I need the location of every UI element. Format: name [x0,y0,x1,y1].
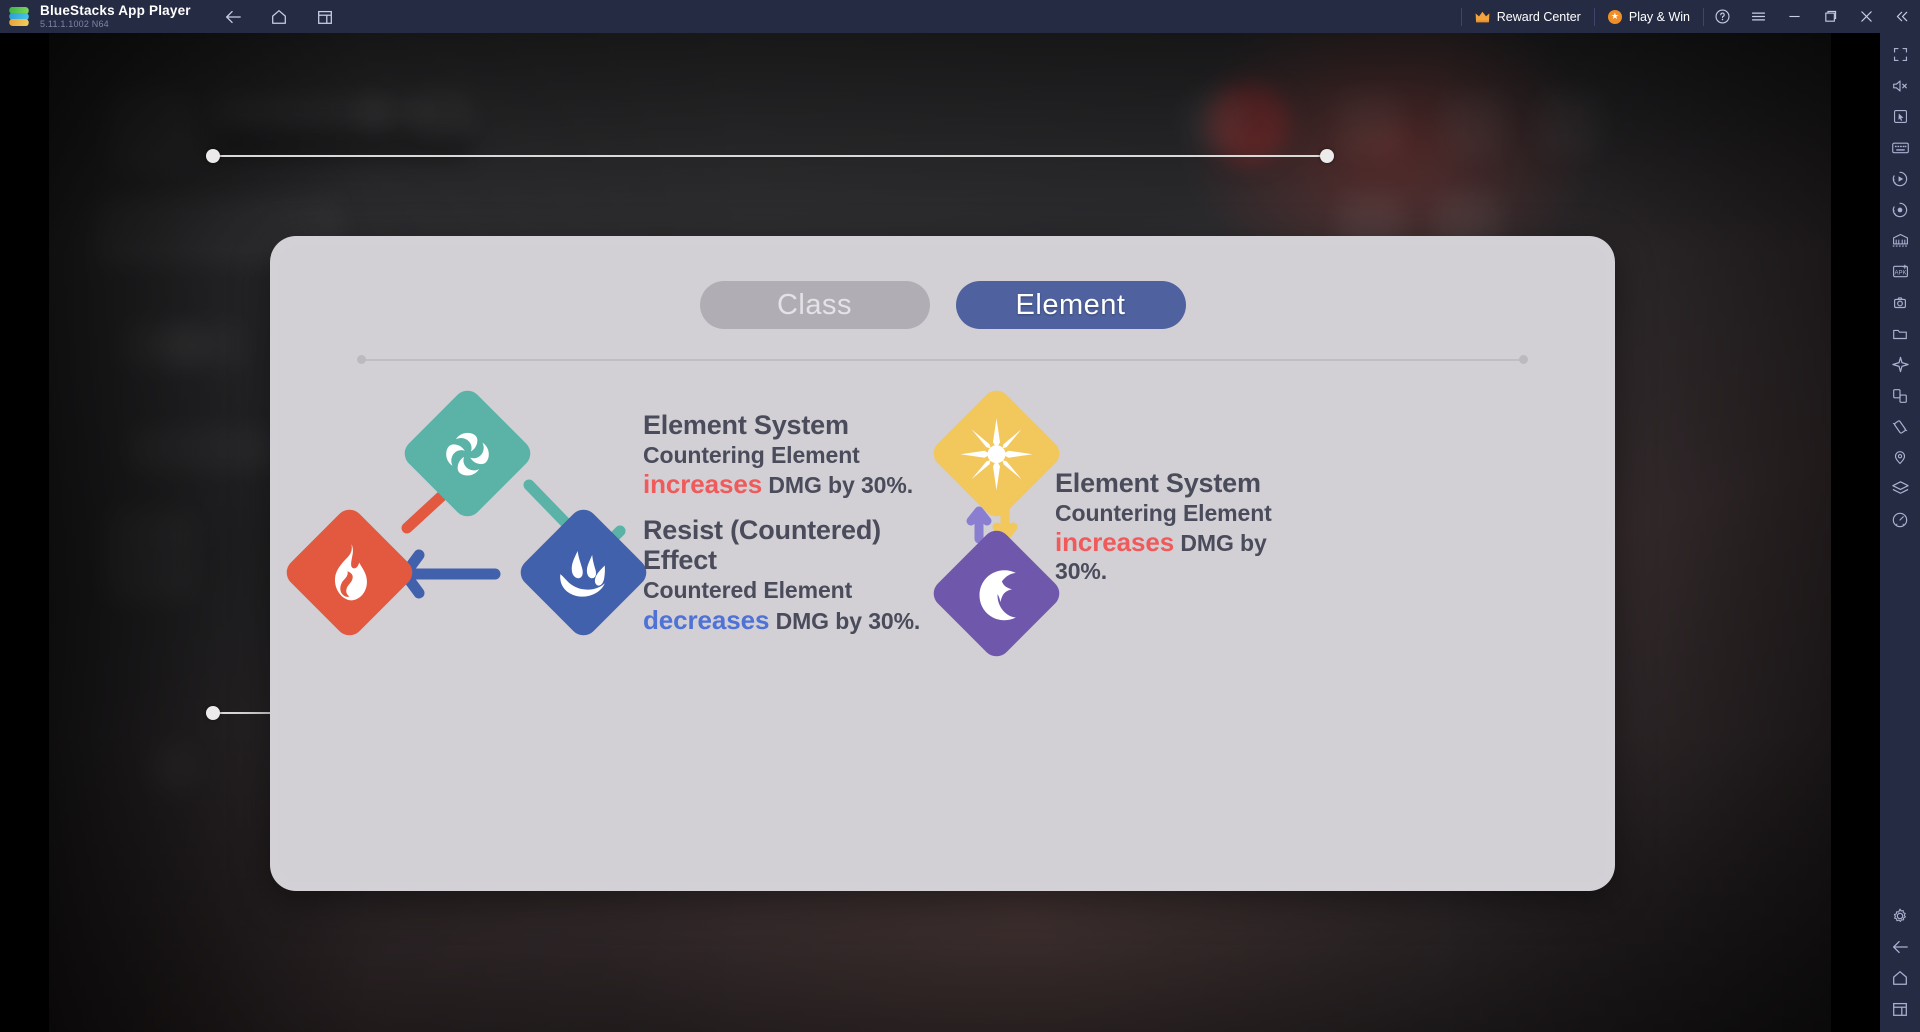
element-system-info-left: Element System Countering Element increa… [643,410,973,500]
macro-play-icon[interactable] [1880,163,1920,194]
increases-rest-right: DMG by [1174,530,1267,557]
recents-icon[interactable] [315,7,335,27]
star-badge-icon: ★ [1607,9,1622,24]
tab-class-label: Class [776,288,852,321]
shake-icon[interactable] [1880,411,1920,442]
layers-icon[interactable] [1880,473,1920,504]
element-system-title-left: Element System [643,410,849,440]
bluestacks-logo-icon [7,6,31,28]
keyboard-icon[interactable] [1880,132,1920,163]
element-system-title-right: Element System [1055,468,1261,498]
close-icon[interactable] [1848,0,1884,33]
play-and-win-label: Play & Win [1628,9,1690,24]
tab-bar: Class Element [279,281,1606,329]
element-system-info-right: Element System Countering Element increa… [1055,468,1345,585]
home-icon[interactable] [1880,962,1920,993]
top-left-handle[interactable] [206,149,220,163]
maximize-icon[interactable] [1812,0,1848,33]
element-system-line2-left: increases DMG by 30%. [643,469,973,500]
fullscreen-icon[interactable] [1880,39,1920,70]
resist-effect-info: Resist (Countered) Effect Countered Elem… [643,515,983,635]
titlebar-nav [223,7,335,27]
mute-icon[interactable] [1880,70,1920,101]
decreases-highlight: decreases [643,604,770,635]
settings-gear-icon[interactable] [1880,900,1920,931]
recents-icon[interactable] [1880,993,1920,1024]
hamburger-menu-icon[interactable] [1740,0,1776,33]
top-right-handle[interactable] [1320,149,1334,163]
divider-dot-left [357,355,366,364]
bottom-left-handle[interactable] [206,706,220,720]
reward-center-button[interactable]: Reward Center [1462,0,1594,33]
dialog-content: Element System Countering Element increa… [279,384,1606,882]
rotate-icon[interactable] [1880,380,1920,411]
crescent-sparkle-icon [979,569,1016,620]
right-toolbar: APK [1880,33,1920,1032]
home-icon[interactable] [269,7,289,27]
reward-center-label: Reward Center [1496,9,1581,24]
wind-swirl-icon [446,432,489,475]
element-system-line3-right: 30%. [1055,558,1108,585]
resist-effect-line1: Countered Element [643,577,853,604]
increases-rest-left: DMG by 30%. [762,472,913,499]
element-system-dialog: Class Element Element System Countering … [270,236,1615,891]
resist-effect-title: Resist (Countered) Effect [643,515,881,576]
tab-element[interactable]: Element [955,281,1186,329]
location-icon[interactable] [1880,442,1920,473]
play-and-win-button[interactable]: ★ Play & Win [1595,0,1703,33]
svg-text:APK: APK [1894,271,1906,277]
app-title: BlueStacks App Player [40,2,191,18]
increases-highlight-right: increases [1055,527,1175,558]
record-icon[interactable] [1880,194,1920,225]
back-icon[interactable] [1880,931,1920,962]
water-to-fire-arrow [399,549,501,599]
dialog-inner-panel: Class Element Element System Countering … [279,245,1606,882]
decreases-rest: DMG by 30%. [769,607,921,634]
folder-icon[interactable] [1880,318,1920,349]
minimize-icon[interactable] [1776,0,1812,33]
resist-effect-line2: decreases DMG by 30%. [643,605,983,636]
tab-element-label: Element [1015,288,1126,321]
install-apk-icon[interactable]: APK [1880,256,1920,287]
dark-up-arrow [966,506,992,544]
screenshot-icon[interactable] [1880,287,1920,318]
double-chevron-left-icon[interactable] [1884,0,1920,33]
divider-dot-right [1519,355,1528,364]
cursor-icon[interactable] [1880,101,1920,132]
performance-icon[interactable] [1880,504,1920,535]
eco-mode-icon[interactable] [1880,349,1920,380]
element-system-line1-left: Countering Element [643,442,860,469]
left-letterbox [0,33,49,1032]
element-system-line2-right: increases DMG by [1055,527,1345,558]
selection-line-top [213,155,1330,157]
window-title-bar: BlueStacks App Player 5.11.1.1002 N64 Re… [0,0,1920,33]
multi-instance-icon[interactable] [1880,225,1920,256]
titlebar-actions: Reward Center ★ Play & Win [1460,0,1920,33]
help-circle-icon[interactable] [1704,0,1740,33]
tab-class[interactable]: Class [699,281,930,329]
emulator-screen[interactable]: Class Element Element System Countering … [0,33,1880,1032]
app-version: 5.11.1.1002 N64 [40,19,109,30]
flame-icon [334,543,367,600]
sunburst-icon [960,417,1033,490]
crown-icon [1475,11,1490,23]
section-divider [361,359,1524,361]
water-splash-icon [560,550,605,596]
right-letterbox [1831,33,1880,1032]
increases-highlight-left: increases [643,469,763,500]
element-system-line1-right: Countering Element [1055,500,1272,527]
back-icon[interactable] [223,7,243,27]
